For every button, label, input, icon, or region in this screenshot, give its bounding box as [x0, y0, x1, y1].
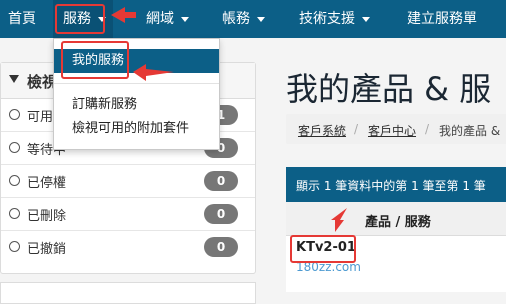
column-header-product: 產品 / 服務 — [365, 215, 431, 230]
highlight-box-my-services — [61, 41, 129, 79]
radio-icon[interactable] — [9, 109, 20, 120]
arrow-icon — [133, 64, 174, 81]
breadcrumb-separator: / — [425, 122, 430, 136]
table-header[interactable]: 產品 / 服務 — [286, 202, 506, 236]
breadcrumb: 客戶系統 / 客戶中心 / 我的產品 & — [286, 114, 506, 144]
count-badge: 0 — [204, 171, 238, 191]
filter-icon — [9, 75, 19, 83]
radio-icon[interactable] — [9, 241, 20, 252]
arrow-icon — [111, 7, 136, 23]
breadcrumb-separator: / — [354, 122, 359, 136]
radio-icon[interactable] — [9, 175, 20, 186]
filter-label: 已停權 — [27, 176, 67, 191]
count-badge: 0 — [204, 237, 238, 257]
nav-billing-label: 帳務 — [222, 11, 250, 27]
highlight-box-services — [55, 4, 105, 34]
breadcrumb-link-client-area[interactable]: 客戶中心 — [368, 122, 416, 139]
radio-icon[interactable] — [9, 142, 20, 153]
count-badge: 0 — [204, 204, 238, 224]
breadcrumb-current: 我的產品 & — [439, 124, 501, 138]
filter-label: 可用 — [27, 110, 54, 125]
page-title: 我的產品 & 服 — [286, 70, 492, 108]
filter-item-deleted[interactable]: 已刪除 0 — [1, 198, 255, 231]
filter-item-cancelled[interactable]: 已撤銷 0 — [1, 231, 255, 263]
breadcrumb-link-portal[interactable]: 客戶系統 — [298, 122, 346, 139]
radio-icon[interactable] — [9, 208, 20, 219]
chevron-down-icon — [181, 16, 189, 22]
menu-item-order-new-services[interactable]: 訂購新服務 — [54, 93, 219, 117]
nav-domains[interactable]: 網域 — [146, 0, 189, 38]
table-info-bar: 顯示 1 筆資料中的第 1 筆至第 1 筆 — [286, 167, 506, 202]
arrow-icon — [331, 208, 347, 232]
nav-domains-label: 網域 — [146, 11, 174, 27]
chevron-down-icon — [362, 16, 370, 22]
nav-support-label: 技術支援 — [299, 11, 355, 27]
nav-open-ticket[interactable]: 建立服務單 — [407, 0, 477, 38]
menu-item-view-addons[interactable]: 檢視可用的附加套件 — [54, 117, 219, 141]
filter-item-suspended[interactable]: 已停權 0 — [1, 165, 255, 198]
nav-billing[interactable]: 帳務 — [222, 0, 265, 38]
secondary-panel — [0, 282, 256, 304]
nav-home[interactable]: 首頁 — [8, 0, 36, 38]
nav-support[interactable]: 技術支援 — [299, 0, 370, 38]
chevron-down-icon — [257, 16, 265, 22]
table-info-text: 顯示 1 筆資料中的第 1 筆至第 1 筆 — [296, 179, 486, 193]
highlight-box-service-row — [290, 235, 356, 263]
filter-label: 已刪除 — [27, 209, 67, 224]
filter-label: 已撤銷 — [27, 242, 67, 257]
